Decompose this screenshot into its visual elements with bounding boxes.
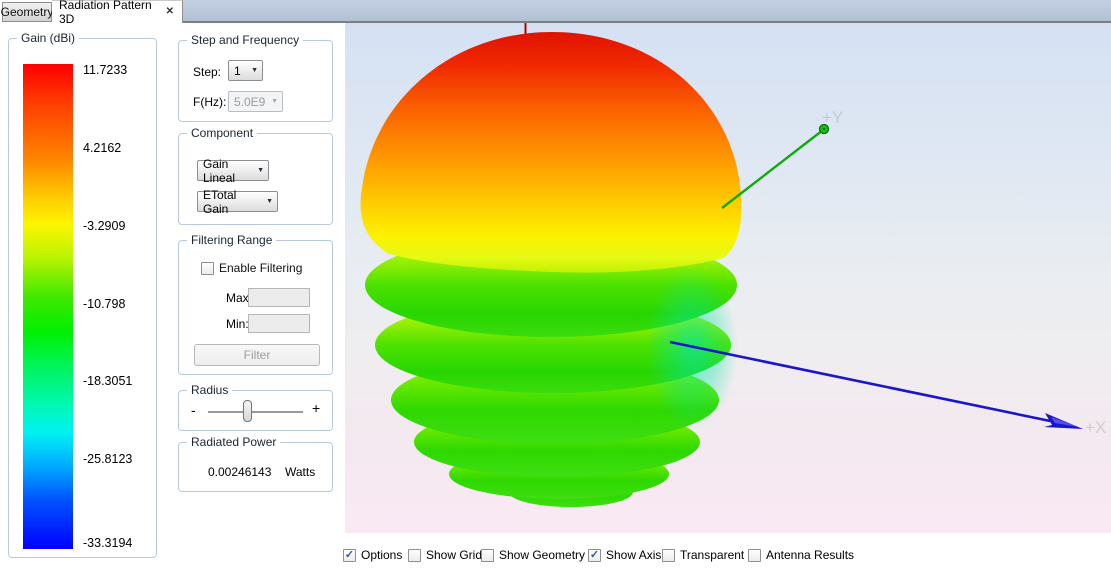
radius-groupbox: Radius - +: [178, 390, 333, 431]
frequency-dropdown[interactable]: 5.0E9 ▼: [228, 91, 283, 112]
filtering-range-groupbox: Filtering Range Enable Filtering Max: Mi…: [178, 240, 333, 375]
step-dropdown[interactable]: 1 ▼: [228, 60, 263, 81]
gain-tick: 11.7233: [83, 63, 127, 77]
antenna-results-checkbox[interactable]: [748, 549, 761, 562]
step-frequency-groupbox: Step and Frequency Step: 1 ▼ F(Hz): 5.0E…: [178, 40, 333, 122]
component-field-value: ETotal Gain: [203, 188, 261, 216]
tab-radiation-label: Radiation Pattern 3D: [59, 0, 158, 26]
show-grid-label: Show Grid: [426, 548, 482, 562]
footer-option-show-geometry[interactable]: Show Geometry: [481, 548, 585, 562]
tabbar-filler-strip: [183, 0, 1111, 23]
show-geometry-label: Show Geometry: [499, 548, 585, 562]
enable-filtering-label: Enable Filtering: [219, 261, 302, 275]
min-label: Min:: [226, 317, 249, 331]
gain-tick: -3.2909: [83, 219, 125, 233]
radius-slider-thumb[interactable]: [243, 400, 252, 422]
footer-option-transparent[interactable]: Transparent: [662, 548, 744, 562]
chevron-down-icon: ▼: [257, 167, 264, 174]
main-lobe: [361, 32, 742, 273]
gain-tick: 4.2162: [83, 141, 121, 155]
radiated-power-groupbox: Radiated Power 0.00246143 Watts: [178, 442, 333, 492]
chevron-down-icon: ▼: [266, 198, 273, 205]
radiated-power-value: 0.00246143: [208, 465, 271, 479]
gain-tick: -18.3051: [83, 374, 132, 388]
footer-option-show-grid[interactable]: Show Grid: [408, 548, 482, 562]
teal-shading: [646, 266, 738, 430]
gain-groupbox: Gain (dBi) 11.7233 4.2162 -3.2909 -10.79…: [8, 38, 157, 558]
app-window: Geometry Radiation Pattern 3D ✕ Gain (dB…: [0, 0, 1111, 574]
radius-title: Radius: [187, 383, 232, 397]
transparent-label: Transparent: [680, 548, 744, 562]
step-label: Step:: [193, 65, 221, 79]
freq-label: F(Hz):: [193, 95, 226, 109]
step-frequency-title: Step and Frequency: [187, 33, 303, 47]
show-grid-checkbox[interactable]: [408, 549, 421, 562]
filter-button[interactable]: Filter: [194, 344, 320, 366]
filtering-title: Filtering Range: [187, 233, 276, 247]
gain-colorbar: [23, 64, 73, 549]
component-type-value: Gain Lineal: [203, 157, 252, 185]
y-axis-arrowhead-dot: [823, 128, 826, 131]
gain-title: Gain (dBi): [17, 31, 79, 45]
enable-filtering-checkbox[interactable]: [201, 262, 214, 275]
tab-geometry[interactable]: Geometry: [2, 2, 52, 22]
radius-plus-label: +: [312, 400, 320, 416]
tab-radiation-pattern-3d[interactable]: Radiation Pattern 3D ✕: [52, 0, 183, 23]
radiated-power-title: Radiated Power: [187, 435, 280, 449]
max-input[interactable]: [248, 288, 310, 307]
chevron-down-icon: ▼: [251, 67, 258, 74]
y-axis-label: +Y: [822, 108, 843, 127]
step-value: 1: [234, 64, 241, 78]
antenna-results-label: Antenna Results: [766, 548, 854, 562]
footer-option-show-axis[interactable]: ✓ Show Axis: [588, 548, 661, 562]
gain-tick: -33.3194: [83, 536, 132, 550]
radius-minus-label: -: [191, 402, 196, 418]
options-label: Options: [361, 548, 402, 562]
gain-tick: -25.8123: [83, 452, 132, 466]
tab-geometry-label: Geometry: [1, 5, 54, 19]
footer-option-options[interactable]: ✓ Options: [343, 548, 402, 562]
transparent-checkbox[interactable]: [662, 549, 675, 562]
radius-slider-track[interactable]: [208, 411, 303, 413]
frequency-value: 5.0E9: [234, 95, 265, 109]
radiation-pattern-plot: +Y +X: [345, 23, 1111, 533]
gain-tick: -10.798: [83, 297, 125, 311]
show-axis-checkbox[interactable]: ✓: [588, 549, 601, 562]
show-axis-label: Show Axis: [606, 548, 661, 562]
component-type-dropdown[interactable]: Gain Lineal ▼: [197, 160, 269, 181]
component-field-dropdown[interactable]: ETotal Gain ▼: [197, 191, 278, 212]
close-icon[interactable]: ✕: [166, 7, 174, 17]
x-axis-label: +X: [1085, 418, 1106, 437]
radiation-pattern-3d-viewport[interactable]: +Y +X: [345, 23, 1111, 533]
options-checkbox[interactable]: ✓: [343, 549, 356, 562]
min-input[interactable]: [248, 314, 310, 333]
component-groupbox: Component Gain Lineal ▼ ETotal Gain ▼: [178, 133, 333, 225]
footer-option-antenna-results[interactable]: Antenna Results: [748, 548, 854, 562]
chevron-down-icon: ▼: [271, 98, 278, 105]
component-title: Component: [187, 126, 257, 140]
show-geometry-checkbox[interactable]: [481, 549, 494, 562]
radiated-power-unit: Watts: [285, 465, 315, 479]
